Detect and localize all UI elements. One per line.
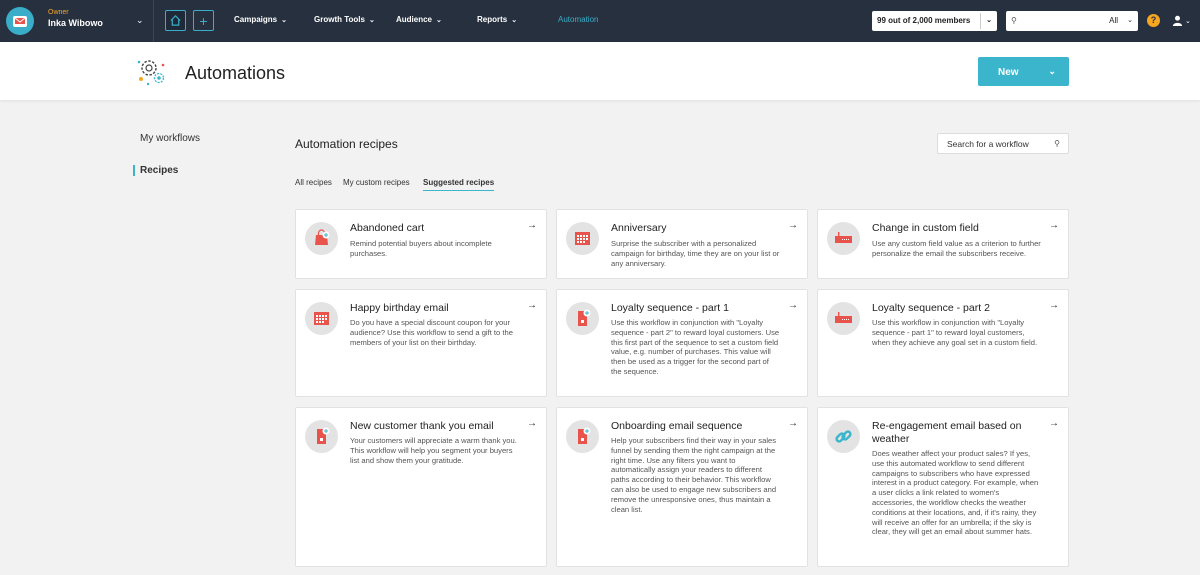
new-button[interactable]: New ⌄ [978, 57, 1069, 86]
search-icon[interactable]: ⚲ [1054, 139, 1060, 148]
card-description: Does weather affect your product sales? … [872, 449, 1039, 537]
owner-role: Owner [48, 9, 69, 16]
card-description: Use this workflow in conjunction with "L… [611, 318, 780, 376]
automation-gears-icon [137, 60, 165, 86]
card-title: Loyalty sequence - part 2 [872, 302, 990, 314]
nav-growth-tools[interactable]: Growth Tools ⌄ [314, 15, 375, 24]
arrow-right-icon[interactable]: → [788, 418, 798, 429]
search-placeholder: Search for a workflow [947, 139, 1029, 149]
nav-label: Automation [558, 15, 599, 24]
plus-icon: + [199, 12, 208, 29]
tab-all-recipes[interactable]: All recipes [295, 178, 332, 187]
chevron-down-icon: ⌄ [436, 17, 442, 24]
card-title: Loyalty sequence - part 1 [611, 302, 729, 314]
custom-field-icon [827, 302, 860, 335]
top-navbar: Owner Inka Wibowo ⌄ + Campaigns ⌄ Growth … [0, 0, 1200, 42]
card-title: Change in custom field [872, 222, 979, 234]
sidebar-item-recipes[interactable]: Recipes [133, 165, 178, 176]
recipe-card-loyalty-sequence-part-1[interactable]: Loyalty sequence - part 1 Use this workf… [556, 289, 808, 397]
card-description: Your customers will appreciate a warm th… [350, 436, 517, 465]
recipe-card-change-in-custom-field[interactable]: Change in custom field Use any custom fi… [817, 209, 1069, 279]
tab-suggested-recipes[interactable]: Suggested recipes [423, 178, 495, 191]
chevron-down-icon: ⌄ [986, 17, 992, 24]
chevron-down-icon: ⌄ [1185, 18, 1191, 25]
new-button-label: New [998, 67, 1019, 78]
owner-name: Inka Wibowo [48, 18, 103, 28]
arrow-right-icon[interactable]: → [788, 220, 798, 231]
nav-label: Audience [396, 15, 433, 24]
chevron-down-icon[interactable]: ⌄ [136, 15, 144, 26]
recipe-card-anniversary[interactable]: Anniversary Surprise the subscriber with… [556, 209, 808, 279]
tab-my-custom-recipes[interactable]: My custom recipes [343, 178, 410, 187]
calendar-icon [305, 302, 338, 335]
global-search[interactable]: ⚲ All ⌄ [1006, 11, 1138, 31]
chevron-down-icon: ⌄ [368, 17, 375, 24]
add-button[interactable]: + [193, 10, 214, 31]
account-switcher[interactable]: Owner Inka Wibowo [48, 9, 103, 28]
home-button[interactable] [165, 10, 186, 31]
card-title: Re-engagement email based on weather [872, 420, 1022, 445]
mail-icon [13, 16, 27, 27]
help-icon[interactable]: ? [1147, 14, 1160, 27]
card-description: Surprise the subscriber with a personali… [611, 239, 780, 268]
members-count: 99 out of 2,000 members [877, 16, 971, 25]
user-icon [1172, 15, 1183, 26]
nav-label: Reports [477, 15, 508, 24]
card-description: Help your subscribers find their way in … [611, 436, 777, 514]
members-dropdown[interactable]: 99 out of 2,000 members ⌄ [872, 11, 997, 31]
loyalty-card-icon [566, 302, 599, 335]
recipe-card-re-engagement-email-weather[interactable]: Re-engagement email based on weather Doe… [817, 407, 1069, 567]
arrow-right-icon[interactable]: → [527, 418, 537, 429]
sidebar-item-my-workflows[interactable]: My workflows [133, 133, 200, 144]
account-logo[interactable] [6, 7, 34, 35]
nav-reports[interactable]: Reports ⌄ [477, 15, 517, 24]
chevron-down-icon[interactable]: ⌄ [1127, 16, 1133, 24]
recipe-card-new-customer-thank-you-email[interactable]: New customer thank you email Your custom… [295, 407, 547, 567]
page-title: Automations [185, 63, 286, 83]
card-description: Use this workflow in conjunction with "L… [872, 318, 1038, 347]
card-title: Onboarding email sequence [611, 420, 743, 432]
nav-audience[interactable]: Audience ⌄ [396, 15, 442, 24]
workflow-search-input[interactable]: Search for a workflow ⚲ [937, 133, 1069, 154]
calendar-icon [566, 222, 599, 255]
chevron-down-icon: ⌄ [511, 17, 518, 24]
card-description: Use any custom field value as a criterio… [872, 239, 1041, 258]
recipe-card-happy-birthday-email[interactable]: Happy birthday email Do you have a speci… [295, 289, 547, 397]
chevron-down-icon[interactable]: ⌄ [1048, 66, 1056, 77]
recipe-card-abandoned-cart[interactable]: Abandoned cart Remind potential buyers a… [295, 209, 547, 279]
link-icon [827, 420, 860, 453]
nav-campaigns[interactable]: Campaigns ⌄ [234, 15, 287, 24]
card-title: Happy birthday email [350, 302, 449, 314]
arrow-right-icon[interactable]: → [1049, 300, 1059, 311]
nav-label: Growth Tools [314, 15, 365, 24]
card-title: Anniversary [611, 222, 667, 234]
arrow-right-icon[interactable]: → [788, 300, 798, 311]
chevron-down-icon: ⌄ [281, 17, 287, 24]
divider [980, 13, 981, 29]
page-header: Automations New ⌄ [0, 42, 1200, 100]
nav-automation[interactable]: Automation [558, 15, 598, 24]
user-menu[interactable]: ⌄ [1172, 14, 1191, 26]
loyalty-card-icon [305, 420, 338, 453]
recipe-card-loyalty-sequence-part-2[interactable]: Loyalty sequence - part 2 Use this workf… [817, 289, 1069, 397]
card-title: New customer thank you email [350, 420, 494, 432]
arrow-right-icon[interactable]: → [527, 300, 537, 311]
custom-field-icon [827, 222, 860, 255]
shopping-bag-icon [305, 222, 338, 255]
card-title: Abandoned cart [350, 222, 425, 234]
card-description: Do you have a special discount coupon fo… [350, 318, 513, 347]
search-scope[interactable]: All [1109, 16, 1118, 25]
nav-label: Campaigns [234, 15, 278, 24]
loyalty-card-icon [566, 420, 599, 453]
divider [153, 0, 154, 42]
recipe-card-onboarding-email-sequence[interactable]: Onboarding email sequence Help your subs… [556, 407, 808, 567]
card-description: Remind potential buyers about incomplete… [350, 239, 492, 258]
section-title: Automation recipes [295, 137, 398, 151]
arrow-right-icon[interactable]: → [527, 220, 537, 231]
arrow-right-icon[interactable]: → [1049, 220, 1059, 231]
search-icon: ⚲ [1011, 16, 1017, 25]
home-icon [170, 15, 181, 26]
arrow-right-icon[interactable]: → [1049, 418, 1059, 429]
